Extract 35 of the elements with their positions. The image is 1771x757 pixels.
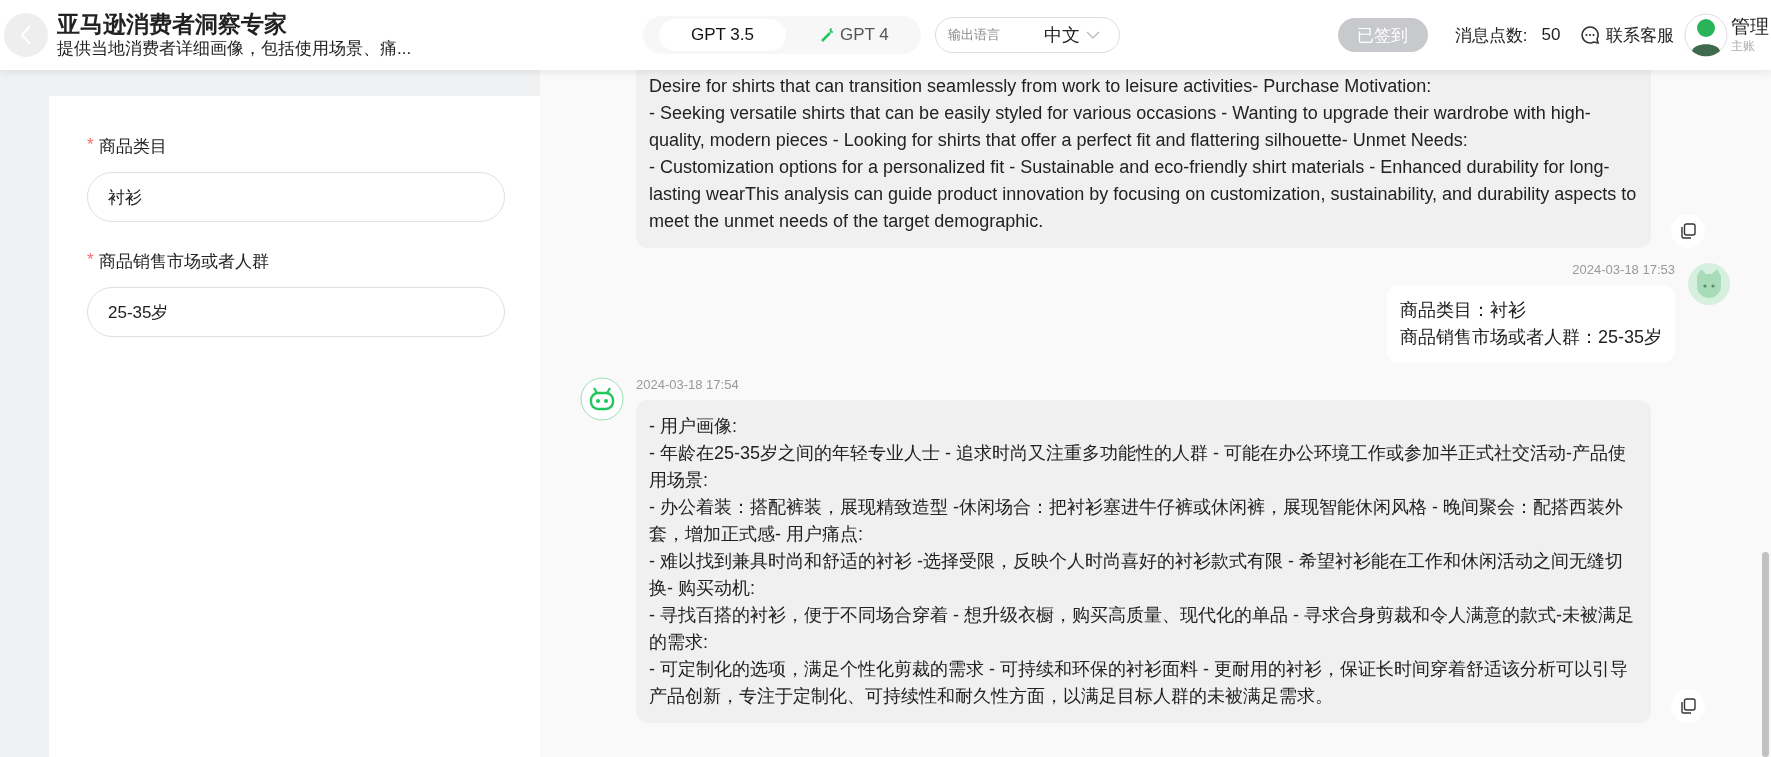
copy-button[interactable]: [1671, 214, 1705, 248]
required-mark: *: [87, 135, 94, 156]
app-description: 提供当地消费者详细画像，包括使用场景、痛...: [57, 38, 413, 60]
language-select[interactable]: 输出语言 中文: [934, 17, 1120, 53]
points-label: 消息点数:: [1454, 24, 1528, 47]
chevron-down-icon: [1085, 31, 1100, 39]
input-field[interactable]: 25-35岁: [87, 287, 505, 337]
model-tab[interactable]: GPT 3.5: [659, 19, 786, 51]
scrollbar[interactable]: [1762, 552, 1769, 757]
select-value: 中文: [1043, 24, 1080, 47]
copy-icon: [1680, 698, 1696, 714]
message-text: - 用户画像: - 年龄在25-35岁之间的年轻专业人士 - 追求时尚又注重多功能性的人群 - 可能在办公环境工作或参加半正式社交活动-产品使用场景: - 办公着装：搭配裤装，展现精致造型 -休闲场合：把衬衫塞进牛仔裤或休闲裤，展现智能休闲风格 - 晚间聚会：配搭西装外套，增加正式感- 用户痛点: - 难以找到兼具时尚和舒适的衬衫 -选择受限，反映个人时尚喜好的衬衫款式有限 - 希望衬衫能在工作和休闲活动之间无缝切换- 购买动机: - 寻找百搭的衬衫，便于不同场合穿着 - 想升级衣橱，购买高质量、现代化的单品 - 寻求合身剪裁和令人满意的款式-未被满足的需求: - 可定制化的选项，满足个性化剪裁的需求 - 可持续和环保的衬衫面料 - 更耐用的衬衫，保证长时间穿着舒适该分析可以引导产品创新，专注于定制化、可持续性和耐久性方面，以满足目标人群的未被满足需求。: [636, 400, 1651, 723]
robot-icon: [580, 377, 624, 421]
field-label: 商品销售市场或者人群: [98, 251, 269, 273]
message-time: 2024-03-18 17:53: [1572, 262, 1675, 277]
model-tab[interactable]: GPT 4: [800, 19, 909, 51]
required-mark: *: [87, 250, 94, 271]
message-line: 商品销售市场或者人群：25-35岁: [1399, 326, 1662, 349]
input-field[interactable]: 衬衫: [87, 172, 505, 222]
field-label: 商品类目: [98, 136, 167, 158]
wand-icon: [820, 28, 834, 42]
copy-icon: [1680, 223, 1696, 239]
user-name: 管理: [1731, 15, 1770, 38]
user-avatar: [1687, 262, 1731, 306]
user-role: 主账: [1731, 37, 1757, 55]
copy-button[interactable]: [1671, 689, 1705, 723]
support-link[interactable]: 联系客服: [1580, 23, 1675, 47]
message-line: 商品类目：衬衫: [1399, 299, 1527, 322]
app-title: 亚马逊消费者洞察专家: [57, 10, 288, 38]
message-time: 2024-03-18 17:54: [636, 377, 740, 392]
points-value: 50: [1541, 25, 1561, 45]
user-avatar: [1684, 13, 1729, 57]
message-text: Desire for shirts that can transition seamlessly from work to leisure activities- Purchase Motivation: - Seeking versatile shirts that can be easily styled for various occasions - Wanting to upgrade their wardrobe with high-quality, modern pieces - Looking for shirts that offer a perfect fit and flattering silhouette- Unmet Needs: - Customization options for a personalized fit - Sustainable and eco-friendly shirt materials - Enhanced durability for long-lasting wearThis analysis can guide product innovation by focusing on customization, sustainability, and durability aspects to meet the unmet needs of the target demographic.: [636, 70, 1651, 248]
select-label: 输出语言: [947, 26, 1001, 44]
chat-icon: [1580, 25, 1601, 45]
